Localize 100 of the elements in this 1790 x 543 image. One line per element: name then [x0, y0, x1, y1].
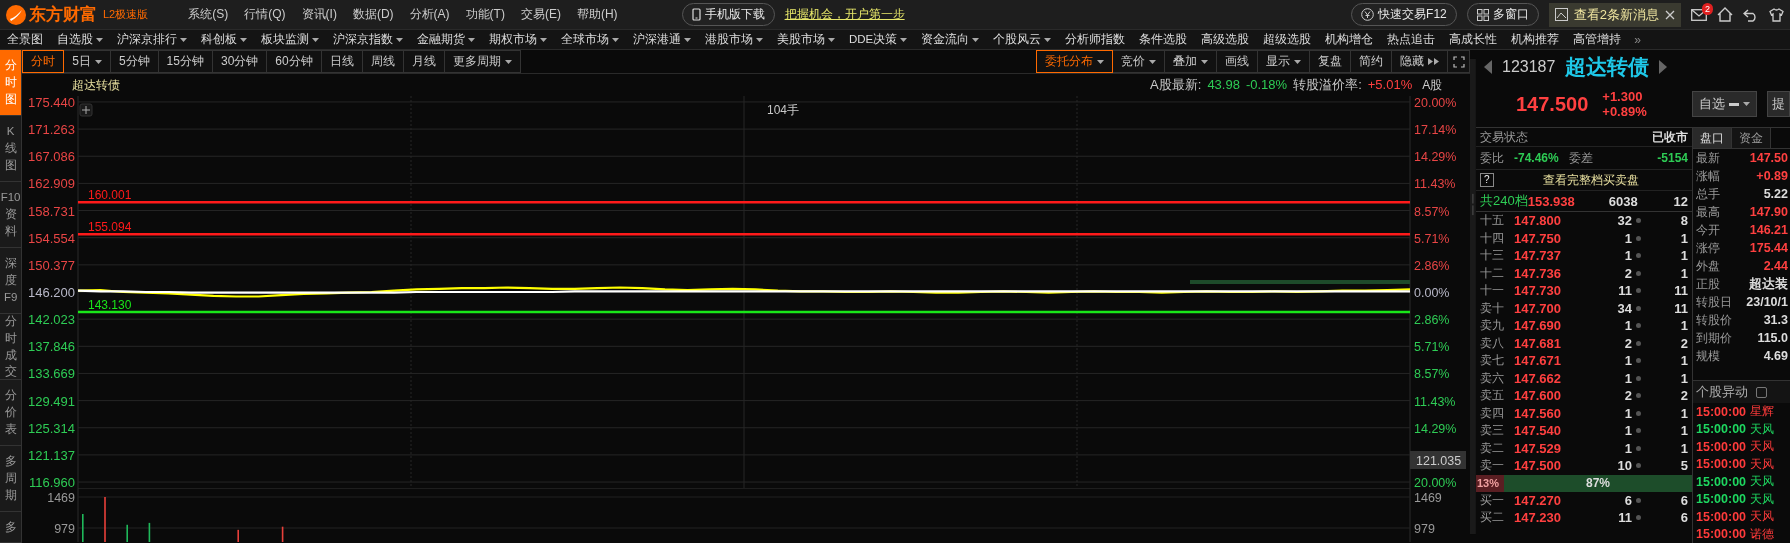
- left-arrow-icon[interactable]: [1484, 60, 1492, 74]
- menu-item[interactable]: 行情(Q): [238, 4, 292, 25]
- toolbar-button[interactable]: 叠加: [1165, 50, 1218, 73]
- quick-trade-button[interactable]: 快速交易F12: [1351, 3, 1457, 26]
- side-tab[interactable]: F10资料: [0, 182, 22, 248]
- fullscreen-button[interactable]: [1448, 50, 1471, 73]
- y-axis-label: 17.14%: [1414, 123, 1457, 138]
- nav-menu-item[interactable]: 自选股: [50, 32, 110, 47]
- volume-bar: [148, 522, 151, 542]
- nav-menu-item[interactable]: 沪深京指数: [326, 32, 410, 47]
- field-value: 115.0: [1757, 331, 1788, 345]
- side-tab[interactable]: 多: [0, 512, 22, 543]
- minus-icon: [1729, 102, 1739, 106]
- y-axis-label: 14.29%: [1414, 421, 1457, 436]
- side-tab[interactable]: 多周期: [0, 446, 22, 512]
- toolbar-button[interactable]: 复盘: [1310, 50, 1352, 73]
- menu-item[interactable]: 帮助(H): [570, 4, 624, 25]
- back-icon[interactable]: [1743, 7, 1759, 22]
- volume-bar: [126, 524, 129, 542]
- nav-menu-item[interactable]: 机构增仓: [1318, 32, 1381, 47]
- side-tab[interactable]: 深度F9: [0, 248, 22, 314]
- y-axis-label: 5.71%: [1414, 340, 1450, 355]
- multi-window-button[interactable]: 多窗口: [1466, 3, 1539, 26]
- level-label: 十五: [1480, 212, 1505, 230]
- level-volume: 32: [1616, 213, 1632, 229]
- toolbar-button[interactable]: 30分钟: [212, 50, 268, 73]
- quote-text: -0.18%: [1245, 77, 1288, 93]
- nav-menu-item[interactable]: 热点追击: [1380, 32, 1443, 47]
- nav-menu-item[interactable]: 沪深港通: [626, 32, 698, 47]
- toolbar-button[interactable]: 更多周期: [444, 50, 521, 73]
- menu-item[interactable]: 功能(T): [459, 4, 511, 25]
- panel-tab[interactable]: 盘口: [1693, 128, 1732, 148]
- alert-time: 15:00:00: [1696, 404, 1747, 419]
- nav-menu-item[interactable]: 条件选股: [1132, 32, 1195, 47]
- nav-menu-item[interactable]: 个股风云: [986, 32, 1059, 47]
- toolbar-button[interactable]: 5分钟: [110, 50, 159, 73]
- nav-menu-item[interactable]: 美股市场: [770, 32, 842, 47]
- nav-menu-item[interactable]: 期权市场: [482, 32, 554, 47]
- close-icon[interactable]: [1665, 9, 1675, 20]
- level-count: 1: [1679, 248, 1688, 264]
- nav-menu-item[interactable]: 高级选股: [1194, 32, 1257, 47]
- level-price: 147.800: [1514, 213, 1562, 229]
- level-count: 11: [1673, 283, 1688, 299]
- menu-item[interactable]: 数据(D): [346, 4, 400, 25]
- toolbar-button[interactable]: 15分钟: [158, 50, 213, 73]
- y-axis-label: 979: [1414, 522, 1436, 536]
- nav-menu-item[interactable]: 资金流向: [914, 32, 987, 47]
- toolbar-button[interactable]: 简约: [1351, 50, 1393, 73]
- nav-menu-item[interactable]: 分析师指数: [1058, 32, 1133, 47]
- toolbar-button[interactable]: 月线: [403, 50, 445, 73]
- help-button[interactable]: ?: [1480, 173, 1494, 187]
- level-label: 卖七: [1480, 352, 1505, 370]
- promo-link[interactable]: 把握机会，开户第一步: [784, 6, 905, 23]
- panel-tab[interactable]: 资金: [1732, 128, 1771, 148]
- nav-menu-item[interactable]: 全景图: [0, 32, 50, 47]
- watchlist-button[interactable]: 自选: [1692, 91, 1757, 117]
- mail-icon[interactable]: [1691, 8, 1707, 21]
- nav-menu-item[interactable]: 沪深京排行: [110, 32, 194, 47]
- toolbar-button[interactable]: 5日: [64, 50, 111, 73]
- menu-item[interactable]: 分析(A): [403, 4, 456, 25]
- side-tab[interactable]: K线图: [0, 116, 22, 182]
- toolbar-button[interactable]: 竞价: [1113, 50, 1166, 73]
- toolbar-button[interactable]: 日线: [321, 50, 363, 73]
- level-volume: 1: [1623, 230, 1632, 246]
- nav-menu-item[interactable]: 机构推荐: [1504, 32, 1567, 47]
- y-axis-label: 2.86%: [1414, 313, 1450, 328]
- toolbar-button[interactable]: 显示: [1258, 50, 1311, 73]
- menu-item[interactable]: 资讯(I): [295, 4, 343, 25]
- side-tab[interactable]: 分价表: [0, 380, 22, 446]
- more-button[interactable]: »: [1628, 32, 1647, 47]
- toolbar-button[interactable]: 提: [1767, 91, 1790, 117]
- nav-menu-item[interactable]: 全球市场: [554, 32, 626, 47]
- toolbar-button[interactable]: 60分钟: [267, 50, 322, 73]
- menu-item[interactable]: 交易(E): [514, 4, 567, 25]
- toolbar-button[interactable]: 分时: [22, 50, 65, 73]
- nav-menu-item[interactable]: 板块监测: [254, 32, 326, 47]
- nav-menu-item[interactable]: 港股市场: [698, 32, 770, 47]
- y-axis-label: 2.86%: [1414, 258, 1450, 273]
- menu-item[interactable]: 系统(S): [182, 4, 235, 25]
- nav-menu-item[interactable]: 高管增持: [1566, 32, 1629, 47]
- nav-menu-item[interactable]: 金融期货: [410, 32, 482, 47]
- checkbox[interactable]: [1756, 386, 1767, 398]
- toolbar-button[interactable]: 委托分布: [1036, 50, 1114, 73]
- nav-menu-item[interactable]: 高成长性: [1442, 32, 1505, 47]
- home-icon[interactable]: [1717, 7, 1733, 22]
- toolbar-button[interactable]: 隐藏: [1392, 50, 1449, 73]
- alert-time: 15:00:00: [1696, 527, 1747, 542]
- y-axis-label: 1469: [1414, 491, 1443, 505]
- nav-menu-item[interactable]: 科创板: [194, 32, 254, 47]
- mobile-download-button[interactable]: 手机版下载: [681, 3, 775, 26]
- right-arrow-icon[interactable]: [1659, 60, 1668, 74]
- side-tab[interactable]: 分时成交: [0, 314, 22, 380]
- nav-menu-item[interactable]: DDE决策: [842, 32, 915, 47]
- level-label: 十三: [1480, 247, 1505, 265]
- nav-menu-item[interactable]: 超级选股: [1256, 32, 1319, 47]
- toolbar-button[interactable]: 周线: [362, 50, 404, 73]
- toolbar-button[interactable]: 画线: [1217, 50, 1259, 73]
- volume-bar: [237, 529, 240, 542]
- full-depth-link[interactable]: 查看完整档买卖盘: [1542, 171, 1639, 189]
- shirt-icon[interactable]: [1769, 7, 1784, 22]
